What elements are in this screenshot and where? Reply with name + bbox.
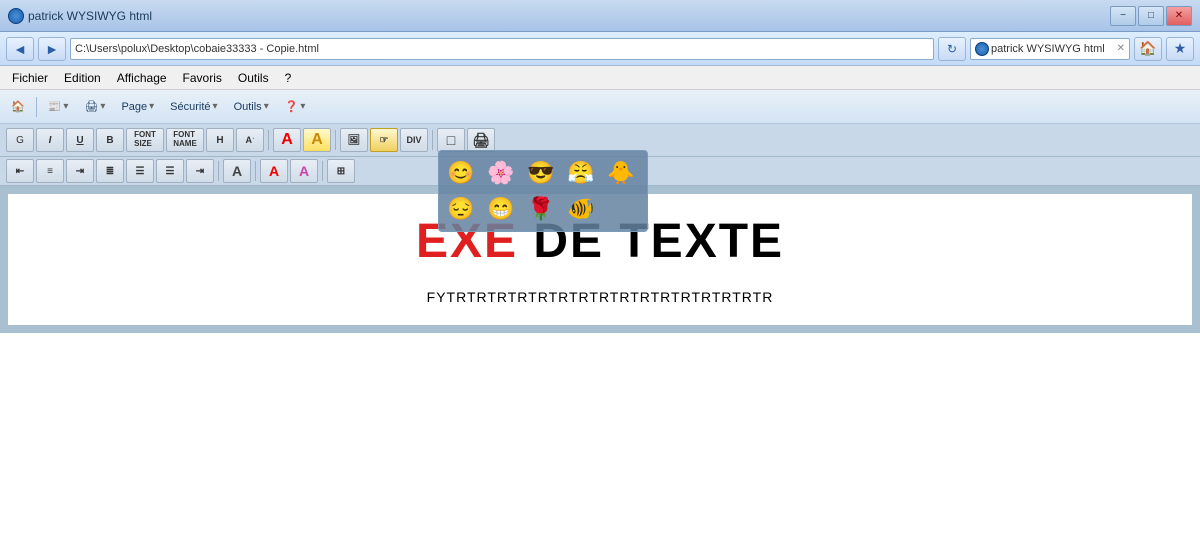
toolbar-divider-1 [36, 97, 37, 117]
bold-button[interactable]: B [96, 128, 124, 152]
menu-edition[interactable]: Edition [56, 69, 109, 87]
address-bar: ◄ ► ↻ patrick WYSIWYG html ✕ 🏠 ★ [0, 32, 1200, 66]
editor-toolbar-row1: G I U B FONTSIZE FONTNAME H Aˈ A A 🖼 ☞ D… [0, 124, 1200, 157]
tab-close-x[interactable]: ✕ [1117, 43, 1125, 54]
flower-emoji-item[interactable]: 🌸 [485, 157, 517, 189]
color-picker-button[interactable]: A [260, 159, 288, 183]
font-size-button[interactable]: FONTSIZE [126, 128, 164, 152]
print-editor-button[interactable]: 🖨 [467, 128, 495, 152]
title-bar: patrick WYSIWYG html − □ ✕ [0, 0, 1200, 32]
align-center-button[interactable]: ≡ [36, 159, 64, 183]
ie-logo-icon [8, 8, 24, 24]
chick-emoji-item[interactable]: 🐥 [605, 157, 637, 189]
home-toolbar-button[interactable]: 🏠 [4, 94, 32, 120]
unordered-list-button[interactable]: ☰ [126, 159, 154, 183]
forward-button[interactable]: ► [38, 37, 66, 61]
bold-g-button[interactable]: G [6, 128, 34, 152]
window-title: patrick WYSIWYG html [28, 9, 152, 23]
restore-button[interactable]: □ [1138, 6, 1164, 26]
highlight-button[interactable]: A [290, 159, 318, 183]
search-box: patrick WYSIWYG html ✕ [970, 38, 1130, 60]
align-left-button[interactable]: ⇤ [6, 159, 34, 183]
italic-button[interactable]: I [36, 128, 64, 152]
ordered-list-button[interactable]: ☰ [156, 159, 184, 183]
security-button[interactable]: Sécurité ▾ [163, 94, 224, 120]
feeds-button[interactable]: 📰 ▾ [41, 94, 76, 120]
smile-emoji-item[interactable]: 😊 [445, 157, 477, 189]
page-button[interactable]: Page ▾ [114, 94, 161, 120]
font-name-button[interactable]: FONTNAME [166, 128, 204, 152]
close-button[interactable]: ✕ [1166, 6, 1192, 26]
a-superscript-button[interactable]: Aˈ [236, 128, 264, 152]
tools-toolbar-button[interactable]: Outils ▾ [227, 94, 276, 120]
menu-help[interactable]: ? [277, 69, 300, 87]
address-input[interactable] [70, 38, 934, 60]
refresh-button[interactable]: ↻ [938, 37, 966, 61]
row2-sep-3 [322, 161, 323, 181]
print-toolbar-button[interactable]: 🖨 ▾ [77, 94, 112, 120]
search-tab-label: patrick WYSIWYG html [991, 43, 1105, 55]
fish-emoji-item[interactable]: 🐠 [565, 193, 597, 225]
help-toolbar-button[interactable]: ❓ ▾ [278, 94, 313, 120]
minimize-button[interactable]: − [1110, 6, 1136, 26]
color-a-red-button[interactable]: A [273, 128, 301, 152]
row2-sep-2 [255, 161, 256, 181]
angry-emoji-item[interactable]: 😤 [565, 157, 597, 189]
color-a-yellow-button[interactable]: A [303, 128, 331, 152]
indent-button[interactable]: ⇥ [186, 159, 214, 183]
editor-area: G I U B FONTSIZE FONTNAME H Aˈ A A 🖼 ☞ D… [0, 124, 1200, 333]
rose-emoji-item[interactable]: 🌹 [525, 193, 557, 225]
image-button[interactable]: 🖼 [340, 128, 368, 152]
menu-favoris[interactable]: Favoris [175, 69, 230, 87]
h-button[interactable]: H [206, 128, 234, 152]
grin-emoji-item[interactable]: 😁 [485, 193, 517, 225]
justify-button[interactable]: ≣ [96, 159, 124, 183]
align-right-button[interactable]: ⇥ [66, 159, 94, 183]
content-body: FYTRTRTRTRTRTRTRTRTRTRTRTRTRTRTRTR [48, 289, 1152, 305]
toolbar-sep-2 [335, 130, 336, 150]
menu-outils[interactable]: Outils [230, 69, 277, 87]
menu-fichier[interactable]: Fichier [4, 69, 56, 87]
emoji-popup: 😊 🌸 😎 😤 🐥 😔 😁 🌹 🐠 [438, 150, 648, 232]
div-button[interactable]: DIV [400, 128, 428, 152]
format-a-button[interactable]: A [223, 159, 251, 183]
table-insert-button[interactable]: ⊞ [327, 159, 355, 183]
menu-affichage[interactable]: Affichage [109, 69, 175, 87]
star-button[interactable]: ★ [1166, 37, 1194, 61]
row2-sep-1 [218, 161, 219, 181]
sad-emoji-item[interactable]: 😔 [445, 193, 477, 225]
title-bar-left: patrick WYSIWYG html [8, 8, 152, 24]
toolbar-sep-1 [268, 130, 269, 150]
new-doc-button[interactable]: □ [437, 128, 465, 152]
search-logo-icon [975, 42, 989, 56]
ie-toolbar: 🏠 📰 ▾ 🖨 ▾ Page ▾ Sécurité ▾ Outils ▾ ❓ ▾ [0, 90, 1200, 124]
underline-button[interactable]: U [66, 128, 94, 152]
home-nav-button[interactable]: 🏠 [1134, 37, 1162, 61]
back-button[interactable]: ◄ [6, 37, 34, 61]
cool-emoji-item[interactable]: 😎 [525, 157, 557, 189]
window-controls: − □ ✕ [1110, 6, 1192, 26]
cursor-button[interactable]: ☞ [370, 128, 398, 152]
menu-bar: Fichier Edition Affichage Favoris Outils… [0, 66, 1200, 90]
toolbar-sep-3 [432, 130, 433, 150]
